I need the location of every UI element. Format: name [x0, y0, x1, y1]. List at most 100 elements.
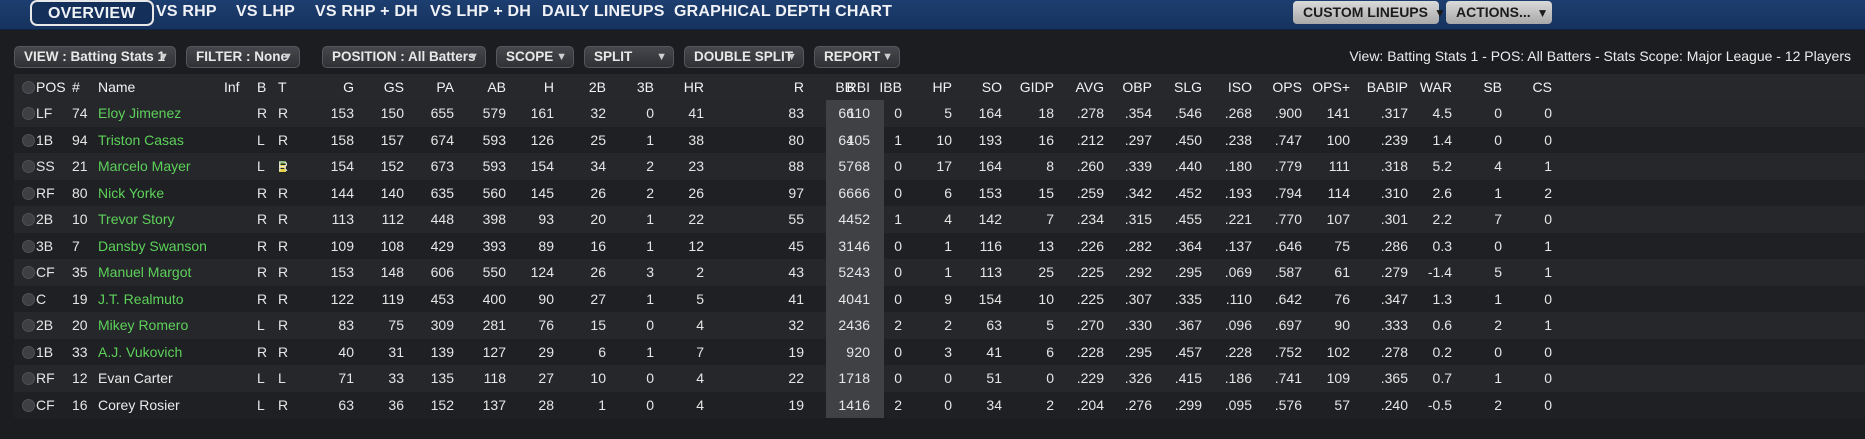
column-header-opsp[interactable]: OPS+	[1306, 74, 1350, 100]
player-name-link[interactable]: Marcelo Mayer	[98, 153, 218, 180]
column-header-d[interactable]: 2B	[566, 74, 606, 100]
player-name-link[interactable]: Mikey Romero	[98, 312, 218, 339]
cell-hr: 22	[688, 211, 704, 227]
column-header-h[interactable]: H	[514, 74, 554, 100]
table-row[interactable]: LF 74 Eloy Jimenez R R 153 150 655 579 161 32 0 41 11…	[14, 100, 1865, 127]
column-header-gidp[interactable]: GIDP	[1012, 74, 1054, 100]
table-row[interactable]: RF 12 Evan Carter L L 71 33 135 118 27 10 0 4 18 22 17 0…	[14, 365, 1865, 392]
table-row[interactable]: CF 16 Corey Rosier L R 63 36 152 137 28 1 0 4 16 19 14 2…	[14, 391, 1865, 419]
player-name-link[interactable]: Manuel Margot	[98, 259, 218, 286]
row-select-radio[interactable]	[22, 160, 35, 173]
table-row[interactable]: RF 80 Nick Yorke R R 144 140 635 560 145 26 2 26 66 97…	[14, 179, 1865, 207]
split-dropdown[interactable]: SPLIT ▼	[584, 46, 674, 68]
cell-r: 19	[788, 343, 804, 360]
row-select-radio[interactable]	[22, 186, 35, 200]
player-name-link[interactable]: Nick Yorke	[98, 180, 218, 207]
report-dropdown[interactable]: REPORT ▼	[814, 46, 900, 68]
column-header-r[interactable]: R	[764, 74, 804, 100]
column-header-hp[interactable]: HP	[912, 74, 952, 100]
row-select-radio[interactable]	[22, 266, 35, 279]
column-header-num[interactable]: #	[72, 74, 100, 100]
cell-sb: 0	[1494, 237, 1502, 254]
table-row[interactable]: 1B 33 A.J. Vukovich R R 40 31 139 127 29 6 1 7 20 19 9 0…	[14, 338, 1865, 366]
row-select-radio[interactable]	[22, 239, 35, 253]
actions-button[interactable]: ACTIONS... ▼	[1446, 1, 1552, 24]
column-header-ibb[interactable]: IBB	[862, 74, 902, 100]
cell-gs: 36	[388, 396, 404, 413]
player-name-link[interactable]: Dansby Swanson	[98, 233, 218, 260]
row-select-radio[interactable]	[22, 292, 35, 306]
tab-vs-lhp[interactable]: VS LHP	[236, 0, 295, 26]
column-header-g[interactable]: G	[314, 74, 354, 100]
batting-stats-table: POS # Name Inf B T G GS PA AB H 2B 3B HR RBI R BB IBB HP SO…	[14, 74, 1865, 418]
column-header-gs[interactable]: GS	[364, 74, 404, 100]
player-name-link[interactable]: A.J. Vukovich	[98, 339, 218, 366]
table-row[interactable]: C 19 J.T. Realmuto R R 122 119 453 400 90 27 1 5 41 41…	[14, 285, 1865, 313]
column-header-pos[interactable]: POS	[36, 74, 66, 100]
column-header-so[interactable]: SO	[962, 74, 1002, 100]
cell-war: 0.3	[1432, 237, 1452, 254]
custom-lineups-button[interactable]: CUSTOM LINEUPS ▼	[1293, 1, 1446, 24]
player-name-link[interactable]: J.T. Realmuto	[98, 286, 218, 313]
column-header-babip[interactable]: BABIP	[1354, 74, 1408, 100]
column-header-hr[interactable]: HR	[664, 74, 704, 100]
cell-b: R	[257, 290, 268, 307]
column-header-bb[interactable]: BB	[814, 74, 854, 100]
table-row[interactable]: 3B 7 Dansby Swanson R R 109 108 429 393 89 16 1 12 46…	[14, 232, 1865, 260]
row-select-radio[interactable]	[22, 319, 35, 332]
column-header-name[interactable]: Name	[98, 74, 218, 100]
scope-dropdown[interactable]: SCOPE ▼	[496, 46, 574, 68]
player-name-link[interactable]: Eloy Jimenez	[98, 100, 218, 127]
column-header-avg[interactable]: AVG	[1060, 74, 1104, 100]
table-row[interactable]: 2B 10 Trevor Story R R 113 112 448 398 93 20 1 22 52 5…	[14, 206, 1865, 233]
tab-daily-lineups[interactable]: DAILY LINEUPS	[542, 0, 665, 26]
select-all-radio[interactable]	[22, 81, 35, 94]
cell-pos: LF	[36, 105, 53, 121]
cell-opsp: 111	[1328, 158, 1350, 174]
tab-overview[interactable]: OVERVIEW	[30, 0, 154, 26]
column-header-war[interactable]: WAR	[1408, 74, 1452, 100]
cell-ops: .576	[1274, 396, 1302, 413]
column-header-ops[interactable]: OPS	[1258, 74, 1302, 100]
column-header-tr[interactable]: 3B	[614, 74, 654, 100]
cell-ab: 281	[482, 317, 506, 333]
tab-vs-lhp-dh[interactable]: VS LHP + DH	[430, 0, 531, 26]
cell-avg: .228	[1076, 343, 1104, 360]
column-header-obp[interactable]: OBP	[1108, 74, 1152, 100]
cell-sb: 1	[1494, 370, 1502, 386]
column-header-slg[interactable]: SLG	[1158, 74, 1202, 100]
tab-vs-rhp-dh[interactable]: VS RHP + DH	[315, 0, 418, 26]
table-row[interactable]: 1B 94 Triston Casas L R 158 157 674 593 126 25 1 38 1…	[14, 126, 1865, 154]
cell-babip: .318	[1380, 158, 1408, 174]
player-name-link[interactable]: Triston Casas	[98, 127, 218, 154]
table-row[interactable]: CF 35 Manuel Margot R R 153 148 606 550 124 26 3 2 43…	[14, 259, 1865, 286]
tab-graphical-depth-chart[interactable]: GRAPHICAL DEPTH CHART	[674, 0, 892, 26]
column-header-pa[interactable]: PA	[414, 74, 454, 100]
row-select-radio[interactable]	[22, 345, 35, 359]
row-select-radio[interactable]	[22, 398, 35, 412]
table-row[interactable]: SS 21 Marcelo Mayer L R 154 152 673 593 154 34 2 23 6…	[14, 153, 1865, 180]
column-header-ab[interactable]: AB	[466, 74, 506, 100]
cell-opsp: 109	[1326, 370, 1350, 386]
double-split-dropdown[interactable]: DOUBLE SPLIT ▼	[684, 46, 804, 68]
row-select-radio[interactable]	[22, 213, 35, 226]
view-dropdown[interactable]: VIEW : Batting Stats 1 ▼	[14, 46, 176, 68]
column-header-cs[interactable]: CS	[1508, 74, 1552, 100]
player-name-link[interactable]: Trevor Story	[98, 206, 218, 233]
player-name-link[interactable]: Corey Rosier	[98, 392, 218, 419]
row-select-radio[interactable]	[22, 133, 35, 147]
row-select-radio[interactable]	[22, 107, 35, 120]
column-header-b[interactable]: B	[257, 74, 271, 100]
column-header-sb[interactable]: SB	[1458, 74, 1502, 100]
player-name-link[interactable]: Evan Carter	[98, 365, 218, 392]
tab-vs-rhp[interactable]: VS RHP	[156, 0, 217, 26]
column-header-t[interactable]: T	[278, 74, 292, 100]
position-dropdown[interactable]: POSITION : All Batters ▼	[322, 46, 486, 68]
cell-war: -0.5	[1427, 396, 1452, 413]
actions-label: ACTIONS...	[1456, 4, 1531, 20]
row-select-radio[interactable]	[22, 372, 35, 385]
filter-dropdown[interactable]: FILTER : None ▼	[186, 46, 300, 68]
table-row[interactable]: 2B 20 Mikey Romero L R 83 75 309 281 76 15 0 4 36 32 24…	[14, 312, 1865, 339]
column-header-inj[interactable]: Inf	[224, 74, 254, 100]
column-header-iso[interactable]: ISO	[1208, 74, 1252, 100]
